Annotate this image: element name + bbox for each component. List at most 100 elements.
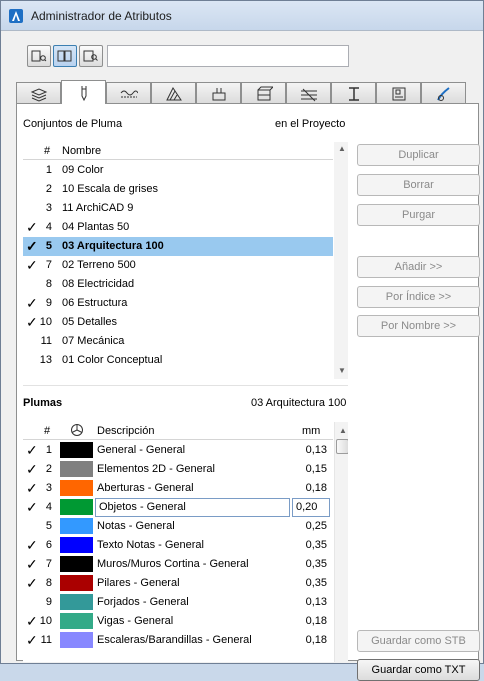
mode-button-two-panel[interactable]: [53, 45, 77, 67]
tab-markup[interactable]: [376, 82, 421, 103]
pen-number: 9: [45, 596, 52, 608]
column-header-mm[interactable]: mm: [302, 425, 320, 437]
pen-set-row[interactable]: ✓ 5 03 Arquitectura 100: [23, 237, 333, 256]
zone-icon: [349, 87, 359, 101]
pen-set-row[interactable]: ✓ 7 02 Terreno 500: [23, 256, 333, 275]
pen-set-row[interactable]: ✓ 9 06 Estructura: [23, 294, 333, 313]
pen-color-swatch[interactable]: [60, 613, 93, 629]
column-header-num[interactable]: #: [44, 145, 50, 157]
pen-set-row[interactable]: ✓ 10 05 Detalles: [23, 313, 333, 332]
pen-sets-scrollbar[interactable]: ▲ ▼: [334, 142, 348, 379]
pen-color-swatch[interactable]: [60, 461, 93, 477]
scroll-up-arrow-icon[interactable]: ▲: [338, 144, 346, 153]
brush-icon: [437, 87, 450, 101]
column-header-num[interactable]: #: [44, 425, 50, 437]
pen-set-row[interactable]: 3 11 ArchiCAD 9: [23, 199, 333, 218]
pen-color-swatch[interactable]: [60, 480, 93, 496]
pen-row[interactable]: ✓ 1 General - General 0,13: [23, 441, 333, 460]
tab-profiles[interactable]: [241, 82, 286, 103]
pen-color-swatch[interactable]: [60, 499, 93, 515]
pen-set-number: 8: [45, 278, 52, 290]
pen-icon: [81, 86, 87, 102]
pen-set-row[interactable]: 13 01 Color Conceptual: [23, 351, 333, 370]
duplicate-button[interactable]: Duplicar: [357, 144, 480, 166]
scrollbar-thumb[interactable]: [336, 439, 348, 454]
pen-set-number: 13: [39, 354, 52, 366]
pen-color-swatch[interactable]: [60, 632, 93, 648]
pen-row[interactable]: ✓ 10 Vigas - General 0,18: [23, 612, 333, 631]
pen-description: Forjados - General: [97, 596, 189, 608]
pen-set-row[interactable]: 2 10 Escala de grises: [23, 180, 333, 199]
pen-color-swatch[interactable]: [60, 518, 93, 534]
tab-pens[interactable]: [61, 80, 106, 104]
scroll-up-arrow-icon[interactable]: ▲: [339, 426, 347, 435]
save-as-txt-button[interactable]: Guardar como TXT: [357, 659, 480, 681]
pen-set-row[interactable]: ✓ 4 04 Plantas 50: [23, 218, 333, 237]
attribute-manager-window: Administrador de Atributos Conjuntos de …: [0, 0, 484, 681]
pen-set-number: 5: [45, 240, 52, 252]
pen-width-mm: 0,20: [296, 501, 318, 513]
mode-button-search[interactable]: [79, 45, 103, 67]
pen-width-mm: 0,18: [305, 482, 327, 494]
pen-row[interactable]: 5 Notas - General 0,25: [23, 517, 333, 536]
tab-zones[interactable]: [331, 82, 376, 103]
pen-color-swatch[interactable]: [60, 537, 93, 553]
pen-set-row[interactable]: 1 09 Color: [23, 161, 333, 180]
pen-color-swatch[interactable]: [60, 575, 93, 591]
title-bar[interactable]: Administrador de Atributos: [1, 1, 483, 31]
delete-button[interactable]: Borrar: [357, 174, 480, 196]
mode-button-list[interactable]: [27, 45, 51, 67]
save-as-stb-button[interactable]: Guardar como STB: [357, 630, 480, 652]
scroll-down-arrow-icon[interactable]: ▼: [338, 366, 346, 375]
tab-line-types[interactable]: [106, 82, 151, 103]
pen-set-number: 7: [45, 259, 52, 271]
pen-description: Muros/Muros Cortina - General: [97, 558, 249, 570]
pen-row[interactable]: ✓ 8 Pilares - General 0,35: [23, 574, 333, 593]
pen-description: Vigas - General: [97, 615, 174, 627]
pen-set-row[interactable]: 8 08 Electricidad: [23, 275, 333, 294]
line-type-icon: [120, 90, 138, 98]
pen-set-number: 1: [45, 164, 52, 176]
tab-brush[interactable]: [421, 82, 466, 103]
tab-surfaces[interactable]: [286, 82, 331, 103]
pen-number: 1: [45, 444, 52, 456]
list-view-icon: [31, 50, 47, 62]
tab-fills[interactable]: [151, 82, 196, 103]
pen-number: 3: [45, 482, 52, 494]
pen-number: 8: [45, 577, 52, 589]
pen-set-name: 07 Mecánica: [62, 335, 125, 347]
pen-set-row[interactable]: 11 07 Mecánica: [23, 332, 333, 351]
pen-row[interactable]: ✓ 4 Objetos - General 0,20: [23, 498, 333, 517]
pen-row[interactable]: ✓ 3 Aberturas - General 0,18: [23, 479, 333, 498]
attribute-tabs: [16, 80, 484, 104]
search-input[interactable]: [107, 45, 349, 67]
pen-color-swatch[interactable]: [60, 556, 93, 572]
pen-description: Elementos 2D - General: [97, 463, 215, 475]
pens-scrollbar[interactable]: ▲: [334, 422, 348, 662]
add-button[interactable]: Añadir >>: [357, 256, 480, 278]
pen-set-name: 04 Plantas 50: [62, 221, 130, 233]
pen-set-number: 9: [45, 297, 52, 309]
surface-icon: [301, 88, 317, 102]
column-header-name[interactable]: Nombre: [62, 145, 101, 157]
search-panel-icon: [83, 50, 98, 62]
by-name-button[interactable]: Por Nombre >>: [357, 315, 480, 337]
by-index-button[interactable]: Por Índice >>: [357, 286, 480, 308]
pen-color-swatch[interactable]: [60, 594, 93, 610]
pen-color-swatch[interactable]: [60, 442, 93, 458]
color-wheel-icon[interactable]: [70, 423, 84, 437]
pen-set-name: 05 Detalles: [62, 316, 118, 328]
pen-row[interactable]: ✓ 7 Muros/Muros Cortina - General 0,35: [23, 555, 333, 574]
pen-set-name: 03 Arquitectura 100: [62, 240, 164, 252]
tab-composites[interactable]: [196, 82, 241, 103]
tab-layers[interactable]: [16, 82, 61, 103]
pens-header: # Descripción mm: [23, 422, 333, 440]
purge-button[interactable]: Purgar: [357, 204, 480, 226]
pen-row[interactable]: ✓ 6 Texto Notas - General 0,35: [23, 536, 333, 555]
column-header-description[interactable]: Descripción: [97, 425, 154, 437]
pen-row[interactable]: ✓ 2 Elementos 2D - General 0,15: [23, 460, 333, 479]
archicad-app-icon: [9, 9, 23, 23]
pen-width-mm: 0,13: [305, 444, 327, 456]
pen-row[interactable]: ✓ 11 Escaleras/Barandillas - General 0,18: [23, 631, 333, 650]
pen-row[interactable]: 9 Forjados - General 0,13: [23, 593, 333, 612]
